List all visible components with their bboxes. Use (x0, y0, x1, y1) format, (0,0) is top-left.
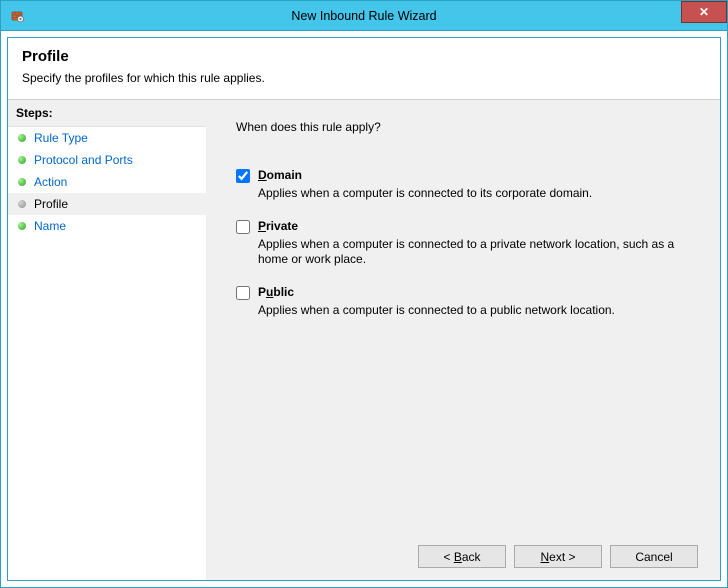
step-label: Action (34, 175, 67, 189)
wizard-window: New Inbound Rule Wizard ✕ Profile Specif… (0, 0, 728, 588)
option-private-desc: Applies when a computer is connected to … (258, 237, 676, 267)
window-title: New Inbound Rule Wizard (1, 9, 727, 23)
steps-sidebar: Steps: Rule Type Protocol and Ports Acti… (8, 100, 206, 580)
step-bullet-icon (18, 134, 26, 142)
step-action[interactable]: Action (8, 171, 206, 193)
step-label: Protocol and Ports (34, 153, 133, 167)
step-profile[interactable]: Profile (8, 193, 206, 215)
option-domain-body: Domain Applies when a computer is connec… (258, 168, 676, 201)
wizard-content: Profile Specify the profiles for which t… (7, 37, 721, 581)
profile-question: When does this rule apply? (236, 120, 698, 134)
titlebar: New Inbound Rule Wizard ✕ (1, 1, 727, 31)
step-protocol-and-ports[interactable]: Protocol and Ports (8, 149, 206, 171)
option-public-body: Public Applies when a computer is connec… (258, 285, 676, 318)
step-bullet-icon (18, 156, 26, 164)
wizard-header: Profile Specify the profiles for which t… (8, 38, 720, 99)
option-public: Public Applies when a computer is connec… (236, 285, 676, 318)
option-private-title: Private (258, 219, 676, 234)
firewall-icon (9, 8, 25, 24)
checkbox-public[interactable] (236, 286, 250, 300)
back-button[interactable]: < Back (418, 545, 506, 568)
option-private-body: Private Applies when a computer is conne… (258, 219, 676, 267)
steps-heading: Steps: (8, 100, 206, 127)
next-button[interactable]: Next > (514, 545, 602, 568)
step-rule-type[interactable]: Rule Type (8, 127, 206, 149)
cancel-button[interactable]: Cancel (610, 545, 698, 568)
step-bullet-icon (18, 200, 26, 208)
wizard-body: Steps: Rule Type Protocol and Ports Acti… (8, 99, 720, 580)
step-label: Name (34, 219, 66, 233)
step-bullet-icon (18, 178, 26, 186)
checkbox-private[interactable] (236, 220, 250, 234)
step-bullet-icon (18, 222, 26, 230)
page-title: Profile (22, 48, 706, 65)
option-public-title: Public (258, 285, 676, 300)
option-domain-desc: Applies when a computer is connected to … (258, 186, 676, 201)
step-label: Profile (34, 197, 68, 211)
main-panel: When does this rule apply? Domain Applie… (206, 100, 720, 580)
checkbox-domain[interactable] (236, 169, 250, 183)
step-label: Rule Type (34, 131, 88, 145)
option-domain: Domain Applies when a computer is connec… (236, 168, 676, 201)
close-button[interactable]: ✕ (681, 1, 727, 23)
step-name[interactable]: Name (8, 215, 206, 237)
wizard-footer: < Back Next > Cancel (236, 535, 698, 568)
option-private: Private Applies when a computer is conne… (236, 219, 676, 267)
page-subtitle: Specify the profiles for which this rule… (22, 71, 706, 85)
option-domain-title: Domain (258, 168, 676, 183)
option-public-desc: Applies when a computer is connected to … (258, 303, 676, 318)
close-icon: ✕ (699, 5, 709, 19)
